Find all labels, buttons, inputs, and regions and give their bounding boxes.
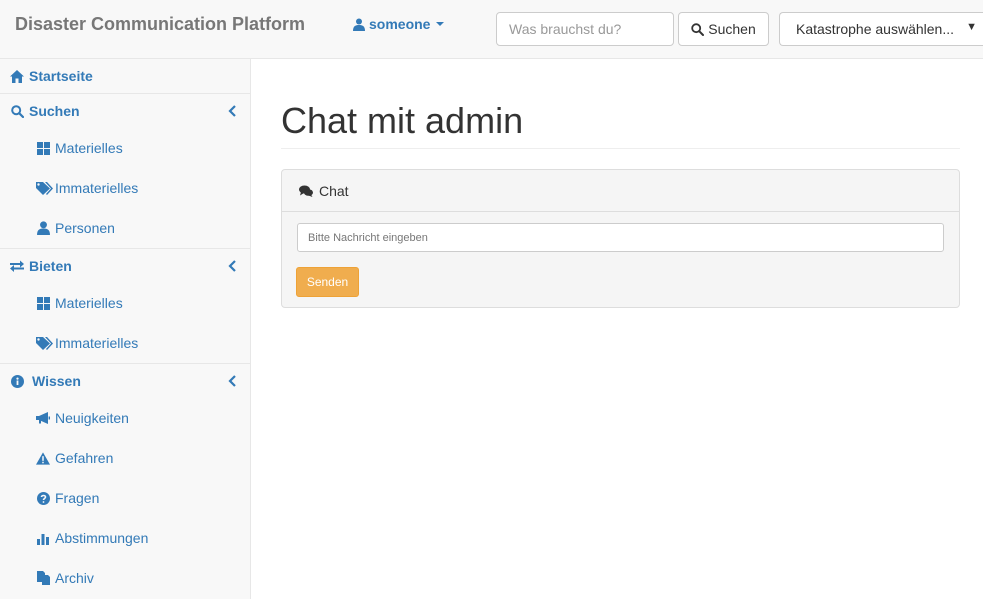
chat-panel-heading: Chat — [282, 170, 959, 212]
search-icon — [10, 104, 24, 118]
search-input[interactable] — [496, 12, 674, 46]
home-icon — [10, 69, 24, 83]
page-title: Chat mit admin — [281, 100, 524, 141]
warning-icon — [36, 451, 50, 465]
sidebar-item-label: Abstimmungen — [55, 530, 149, 546]
user-icon — [36, 221, 50, 235]
tags-icon — [36, 336, 54, 350]
sidebar-item-archive[interactable]: Archiv — [0, 568, 250, 588]
chat-panel: Chat Senden — [281, 169, 960, 308]
divider — [0, 363, 250, 364]
user-icon — [353, 18, 365, 31]
sidebar-item-search-immaterial[interactable]: Immaterielles — [0, 178, 250, 198]
sidebar-item-dangers[interactable]: Gefahren — [0, 448, 250, 468]
exchange-icon — [10, 259, 24, 273]
search-button-label: Suchen — [708, 21, 756, 37]
sidebar-item-offer-material[interactable]: Materielles — [0, 293, 250, 313]
sidebar-item-label: Suchen — [29, 103, 80, 119]
comments-icon — [299, 185, 313, 197]
sidebar-item-knowledge[interactable]: Wissen — [0, 371, 250, 391]
sidebar-item-label: Immaterielles — [55, 180, 139, 196]
dropdown-arrow-icon: ▼ — [966, 21, 977, 33]
sidebar-item-label: Archiv — [55, 570, 94, 586]
sidebar-item-label: Bieten — [29, 258, 72, 274]
sidebar-item-offer-immaterial[interactable]: Immaterielles — [0, 333, 250, 353]
sidebar-item-home[interactable]: Startseite — [0, 66, 250, 86]
brand-title[interactable]: Disaster Communication Platform — [15, 14, 305, 35]
divider — [0, 93, 250, 94]
bar-chart-icon — [36, 531, 50, 545]
sidebar-item-label: Fragen — [55, 490, 100, 506]
divider — [281, 148, 960, 149]
divider — [0, 248, 250, 249]
search-button[interactable]: Suchen — [678, 12, 769, 46]
send-button[interactable]: Senden — [296, 267, 359, 297]
sidebar-item-label: Personen — [55, 220, 115, 236]
message-input[interactable] — [297, 223, 944, 252]
sidebar-item-search[interactable]: Suchen — [0, 101, 250, 121]
files-icon — [36, 571, 50, 585]
sidebar-item-label: Startseite — [29, 68, 93, 84]
navbar: Disaster Communication Platform someone … — [0, 0, 983, 59]
sidebar-item-search-persons[interactable]: Personen — [0, 218, 250, 238]
tags-icon — [36, 181, 54, 195]
chevron-left-icon — [228, 105, 236, 117]
caret-down-icon — [436, 22, 445, 26]
sidebar-item-label: Wissen — [32, 373, 81, 389]
sidebar: Startseite Suchen Materielles Immateriel… — [0, 59, 251, 599]
sidebar-item-questions[interactable]: Fragen — [0, 488, 250, 508]
sidebar-item-votes[interactable]: Abstimmungen — [0, 528, 250, 548]
search-icon — [691, 22, 705, 36]
info-circle-icon — [10, 374, 24, 388]
sidebar-item-label: Materielles — [55, 140, 123, 156]
disaster-select[interactable]: Katastrophe auswählen... ▼ — [779, 12, 983, 46]
bullhorn-icon — [36, 411, 50, 425]
grid-icon — [36, 296, 50, 310]
sidebar-item-offer[interactable]: Bieten — [0, 256, 250, 276]
chevron-left-icon — [228, 375, 236, 387]
user-menu[interactable]: someone — [353, 16, 445, 32]
grid-icon — [36, 141, 50, 155]
sidebar-item-news[interactable]: Neuigkeiten — [0, 408, 250, 428]
sidebar-item-label: Gefahren — [55, 450, 114, 466]
question-circle-icon — [36, 491, 50, 505]
chat-panel-title: Chat — [319, 182, 349, 199]
user-name: someone — [369, 16, 431, 32]
disaster-select-value: Katastrophe auswählen... — [796, 21, 954, 37]
sidebar-item-label: Neuigkeiten — [55, 410, 129, 426]
sidebar-item-label: Immaterielles — [55, 335, 139, 351]
sidebar-item-search-material[interactable]: Materielles — [0, 138, 250, 158]
sidebar-item-label: Materielles — [55, 295, 123, 311]
chevron-left-icon — [228, 260, 236, 272]
